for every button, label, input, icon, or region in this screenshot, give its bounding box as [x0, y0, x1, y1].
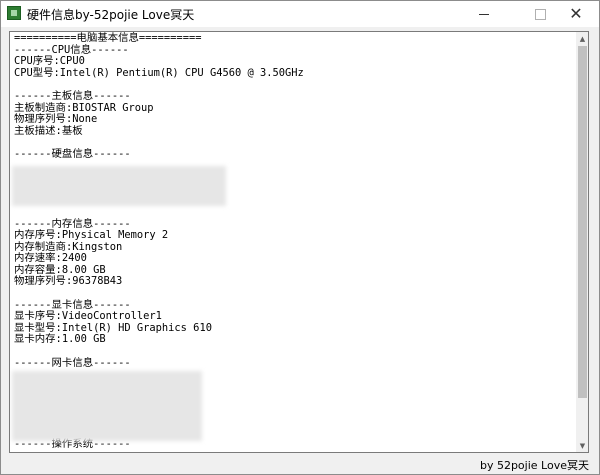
text-line: 内存序号:Physical Memory 2	[14, 229, 169, 242]
text-line: ------网卡信息------	[14, 356, 131, 369]
window-title: 硬件信息by-52pojie Love冥天	[27, 8, 195, 22]
text-line: 显卡内存:1.00 GB	[14, 333, 106, 346]
status-bar: by 52pojie Love冥天	[1, 455, 599, 474]
app-window: 硬件信息by-52pojie Love冥天 ✕ ==========电脑基本信息…	[0, 0, 600, 475]
app-icon	[7, 6, 21, 20]
text-line	[14, 346, 574, 358]
redacted-disk-info	[12, 166, 226, 206]
text-line: 主板描述:基板	[14, 124, 83, 137]
scroll-up-arrow-icon[interactable]: ▲	[576, 32, 588, 45]
info-textarea[interactable]: ==========电脑基本信息========== ------CPU信息---…	[9, 31, 589, 453]
text-line: 内存制造商:Kingston	[14, 240, 123, 253]
text-line: 主板制造商:BIOSTAR Group	[14, 101, 154, 114]
text-line: ------CPU信息------	[14, 43, 129, 56]
scrollbar-thumb[interactable]	[578, 46, 587, 398]
text-line: 物理序列号:None	[14, 113, 98, 126]
minimize-icon	[479, 13, 489, 15]
text-line: ------主板信息------	[14, 89, 131, 102]
redacted-network-info	[12, 371, 202, 441]
status-text: by 52pojie Love冥天	[479, 459, 589, 472]
vertical-scrollbar[interactable]: ▲ ▼	[576, 32, 588, 452]
scroll-down-arrow-icon[interactable]: ▼	[576, 439, 588, 452]
text-line: CPU型号:Intel(R) Pentium(R) CPU G4560 @ 3.…	[14, 66, 304, 79]
close-icon: ✕	[569, 4, 583, 23]
title-bar[interactable]: 硬件信息by-52pojie Love冥天 ✕	[1, 1, 599, 27]
close-button[interactable]: ✕	[553, 1, 599, 27]
minimize-button[interactable]	[461, 1, 507, 27]
text-line	[14, 288, 574, 300]
text-line	[14, 207, 574, 219]
maximize-icon	[534, 8, 546, 20]
text-line: 物理序列号:96378B43	[14, 275, 123, 288]
text-line: ==========电脑基本信息==========	[14, 32, 202, 44]
text-line: ------硬盘信息------	[14, 147, 131, 160]
